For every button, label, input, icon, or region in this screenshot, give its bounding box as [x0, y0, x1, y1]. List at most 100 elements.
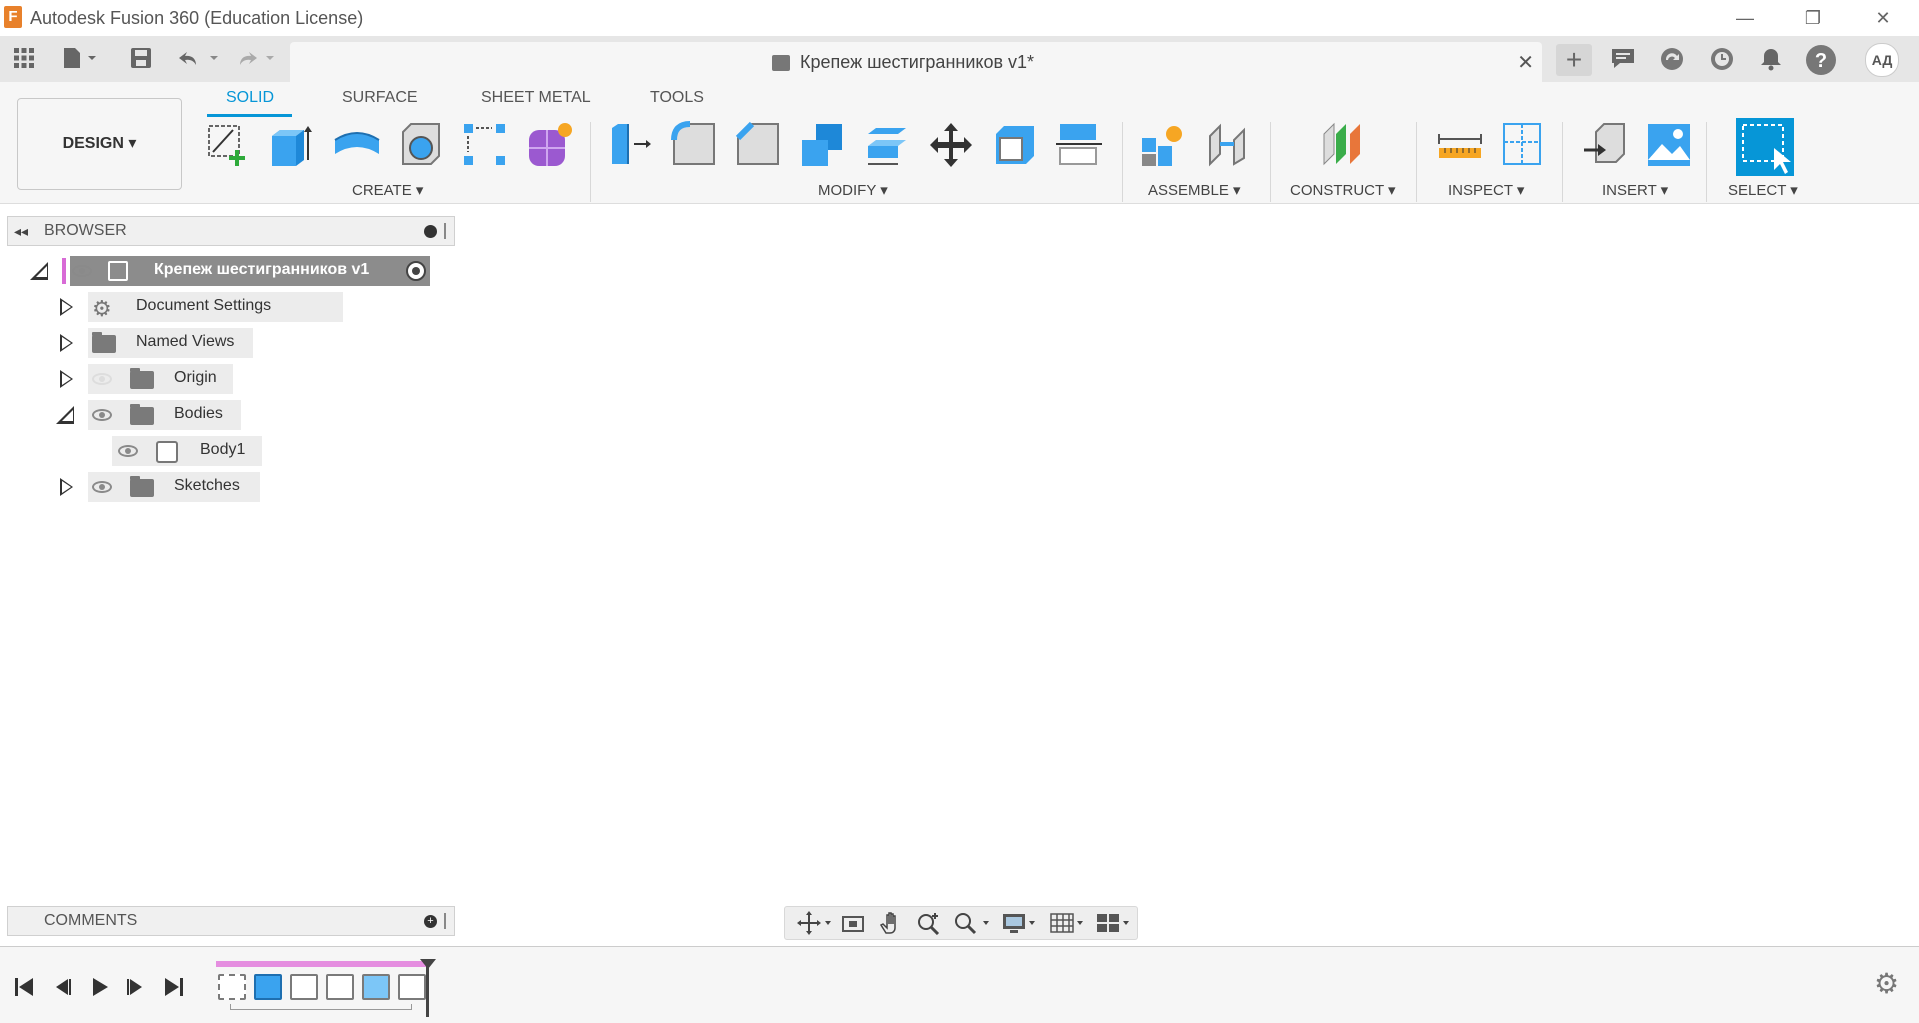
undo-icon[interactable]: [178, 47, 222, 71]
redo-icon[interactable]: [236, 47, 280, 71]
joint-icon[interactable]: [1204, 120, 1254, 170]
extrude-icon[interactable]: [268, 120, 318, 170]
panel-resize-handle[interactable]: [444, 223, 446, 239]
modify-menu[interactable]: MODIFY ▾: [818, 181, 888, 199]
browser-item-origin[interactable]: Origin: [56, 364, 236, 394]
orbit-icon[interactable]: [797, 911, 833, 935]
timeline-play-button[interactable]: [88, 975, 112, 999]
item-label: Origin: [174, 369, 217, 386]
timeline-chamfer-feature-icon[interactable]: [362, 974, 390, 1000]
timeline-marker-head[interactable]: [420, 959, 436, 969]
interference-icon[interactable]: [1498, 120, 1548, 170]
timeline-shell-feature-icon[interactable]: [290, 974, 318, 1000]
viewports-icon[interactable]: [1095, 911, 1135, 935]
app-grid-icon[interactable]: [11, 47, 37, 71]
timeline-previous-button[interactable]: [50, 975, 74, 999]
browser-item-bodies[interactable]: Bodies: [56, 400, 241, 430]
save-icon[interactable]: [128, 47, 154, 71]
insert-canvas-icon[interactable]: [1644, 120, 1694, 170]
visibility-eye-icon[interactable]: [72, 265, 92, 277]
select-menu[interactable]: SELECT ▾: [1728, 181, 1798, 199]
visibility-eye-icon[interactable]: [92, 409, 112, 421]
fit-zoom-icon[interactable]: [953, 911, 993, 935]
create-form-icon[interactable]: [525, 120, 575, 170]
tab-surface[interactable]: SURFACE: [342, 89, 418, 107]
timeline-fillet-feature-icon[interactable]: [398, 974, 426, 1000]
split-body-icon[interactable]: [1054, 120, 1104, 170]
insert-menu[interactable]: INSERT ▾: [1602, 181, 1668, 199]
timeline-shell-feature-icon[interactable]: [326, 974, 354, 1000]
restore-button[interactable]: ❐: [1790, 4, 1836, 32]
grid-snaps-icon[interactable]: [1049, 911, 1089, 935]
assemble-menu[interactable]: ASSEMBLE ▾: [1148, 181, 1241, 199]
construct-menu[interactable]: CONSTRUCT ▾: [1290, 181, 1396, 199]
file-menu-icon[interactable]: [62, 47, 96, 71]
inspect-menu[interactable]: INSPECT ▾: [1448, 181, 1524, 199]
comments-icon[interactable]: [1610, 47, 1636, 71]
collapse-root-icon[interactable]: [30, 262, 48, 280]
help-icon[interactable]: ?: [1806, 45, 1836, 75]
zoom-icon[interactable]: [915, 911, 943, 936]
sync-status-icon[interactable]: [1659, 47, 1685, 71]
tab-solid[interactable]: SOLID: [226, 89, 274, 107]
timeline-first-button[interactable]: [12, 975, 36, 999]
browser-root-item[interactable]: Крепеж шестигранников v1: [28, 256, 448, 286]
timeline-marker[interactable]: [426, 961, 429, 1017]
visibility-eye-icon[interactable]: [118, 445, 138, 457]
tab-sheet-metal[interactable]: SHEET METAL: [481, 89, 591, 107]
select-icon[interactable]: [1736, 118, 1794, 176]
workspace-switcher-button[interactable]: DESIGN ▾: [17, 98, 182, 190]
browser-item-sketches[interactable]: Sketches: [56, 472, 266, 502]
comments-panel-header[interactable]: COMMENTS +: [7, 906, 455, 936]
browser-item-named-views[interactable]: Named Views: [56, 328, 256, 358]
collapse-icon[interactable]: [56, 406, 74, 424]
combine-icon[interactable]: [798, 120, 848, 170]
offset-face-icon[interactable]: [862, 120, 912, 170]
timeline-extrude-feature-icon[interactable]: [254, 974, 282, 1000]
pan-hand-icon[interactable]: [877, 911, 905, 935]
minimize-browser-icon[interactable]: [424, 225, 437, 238]
notifications-bell-icon[interactable]: [1758, 47, 1784, 71]
browser-item-document-settings[interactable]: ⚙ Document Settings: [56, 292, 343, 322]
offset-plane-icon[interactable]: [1318, 120, 1368, 170]
new-component-icon[interactable]: [1138, 120, 1188, 170]
activate-component-icon[interactable]: [406, 261, 426, 281]
shell-icon[interactable]: [990, 120, 1040, 170]
close-window-button[interactable]: ✕: [1860, 4, 1906, 32]
expand-icon[interactable]: [60, 298, 73, 316]
create-sketch-icon[interactable]: [203, 120, 253, 170]
chamfer-icon[interactable]: [734, 120, 784, 170]
browser-item-body1[interactable]: Body1: [112, 436, 272, 466]
new-tab-button[interactable]: +: [1556, 44, 1592, 76]
tab-tools[interactable]: TOOLS: [650, 89, 704, 107]
collapse-browser-icon[interactable]: ◂◂: [14, 223, 28, 240]
expand-icon[interactable]: [60, 370, 73, 388]
press-pull-icon[interactable]: [606, 120, 656, 170]
timeline-settings-gear-icon[interactable]: ⚙: [1874, 967, 1899, 1000]
expand-icon[interactable]: [60, 478, 73, 496]
revolve-icon[interactable]: [332, 120, 382, 170]
create-menu[interactable]: CREATE ▾: [352, 181, 423, 199]
measure-icon[interactable]: [1435, 120, 1485, 170]
move-copy-icon[interactable]: [926, 120, 976, 170]
look-at-icon[interactable]: [839, 911, 867, 935]
add-comment-icon[interactable]: +: [424, 915, 437, 928]
expand-icon[interactable]: [60, 334, 73, 352]
visibility-eye-icon[interactable]: [92, 481, 112, 493]
user-avatar[interactable]: АД: [1865, 43, 1899, 77]
pattern-icon[interactable]: [460, 120, 510, 170]
close-tab-icon[interactable]: ✕: [1517, 50, 1534, 75]
hole-icon[interactable]: [397, 120, 447, 170]
display-settings-icon[interactable]: [1001, 911, 1041, 935]
document-tab[interactable]: Крепеж шестигранников v1* ✕: [290, 42, 1542, 82]
fillet-icon[interactable]: [670, 120, 720, 170]
timeline-next-button[interactable]: [124, 975, 148, 999]
browser-panel-header[interactable]: ◂◂ BROWSER: [7, 216, 455, 246]
timeline-sketch-feature-icon[interactable]: [218, 974, 246, 1000]
insert-derive-icon[interactable]: [1580, 120, 1630, 170]
timeline-last-button[interactable]: [162, 975, 186, 999]
minimize-button[interactable]: —: [1722, 4, 1768, 32]
panel-resize-handle[interactable]: [444, 913, 446, 929]
job-status-icon[interactable]: [1709, 47, 1735, 71]
hidden-eye-icon[interactable]: [92, 373, 112, 385]
